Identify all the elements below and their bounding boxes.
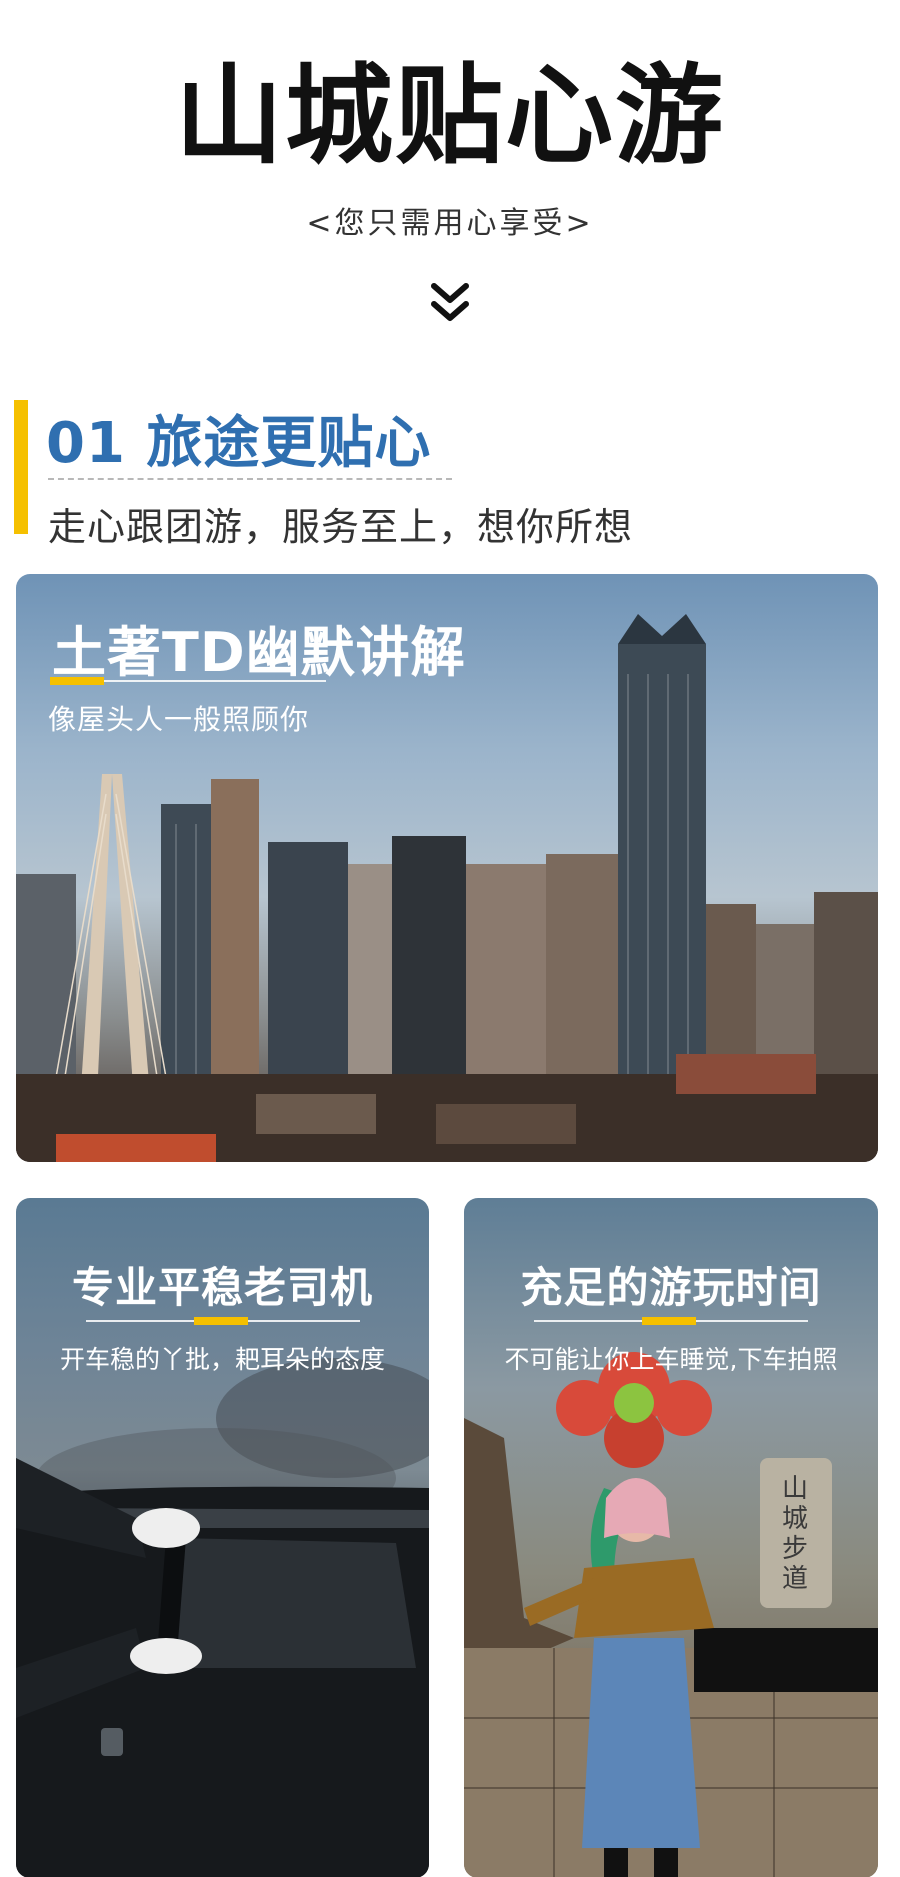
stone-tablet-text: 山城步道 xyxy=(782,1474,809,1594)
city-card-underline-accent xyxy=(50,677,104,685)
page-title: 山城贴心游 xyxy=(174,54,725,179)
time-card-underline-accent xyxy=(642,1317,696,1325)
city-card-title: 土著TD幽默讲解 xyxy=(52,621,466,684)
driver-card-subtitle: 开车稳的丫批，耙耳朵的态度 xyxy=(59,1345,385,1374)
section-title: 01 旅途更贴心 xyxy=(46,411,432,476)
section-accent-bar xyxy=(14,400,28,534)
driver-card-title: 专业平稳老司机 xyxy=(71,1263,373,1312)
driver-card[interactable]: 专业平稳老司机 开车稳的丫批，耙耳朵的态度 xyxy=(16,1198,429,1877)
section-divider xyxy=(48,478,452,480)
time-card-subtitle: 不可能让你上车睡觉,下车拍照 xyxy=(504,1345,838,1374)
double-chevron-down-icon[interactable] xyxy=(428,282,472,324)
page-subtitle: <您只需用心享受> xyxy=(306,206,594,241)
city-card-subtitle: 像屋头人一般照顾你 xyxy=(48,703,310,736)
time-card-title: 充足的游玩时间 xyxy=(520,1263,822,1312)
city-guide-card[interactable]: 土著TD幽默讲解 像屋头人一般照顾你 xyxy=(16,574,878,1162)
driver-card-underline-accent xyxy=(194,1317,248,1325)
travel-time-card[interactable]: 充足的游玩时间 不可能让你上车睡觉,下车拍照 山城步道 xyxy=(464,1198,878,1877)
section-description: 走心跟团游，服务至上，想你所想 xyxy=(48,505,634,549)
